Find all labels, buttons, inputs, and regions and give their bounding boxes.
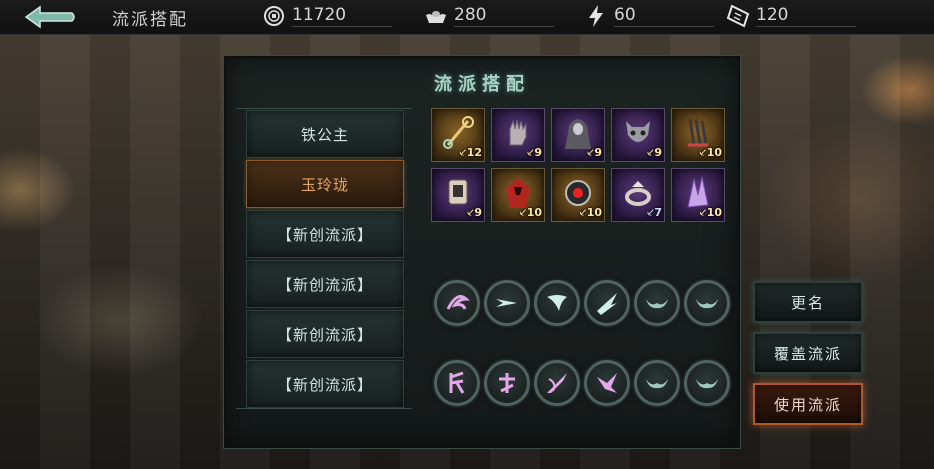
school-label: 【新创流派】 xyxy=(276,225,373,244)
list-divider-bottom xyxy=(236,408,412,409)
swirl-skill-icon xyxy=(446,295,470,310)
silver-counter: 280 xyxy=(424,2,554,30)
rename-label: 更名 xyxy=(790,293,825,312)
school-slot-1[interactable]: 铁公主 xyxy=(246,110,404,158)
equip-slot-1[interactable]: ⸔12 xyxy=(431,108,485,162)
list-divider-top xyxy=(236,108,412,109)
skill-slot-1-3[interactable] xyxy=(534,280,580,326)
bird-skill-icon xyxy=(597,373,617,393)
silver-ingot-icon xyxy=(424,4,448,28)
use-school-button[interactable]: 使用流派 xyxy=(753,383,863,425)
cross-rune-skill-icon xyxy=(499,373,515,393)
wing-strike-skill-icon xyxy=(597,293,617,315)
horn-empty-skill-icon xyxy=(646,379,668,389)
ticket-icon xyxy=(726,4,750,28)
item-level: ⸔10 xyxy=(518,206,542,219)
equip-slot-6[interactable]: ⸔9 xyxy=(431,168,485,222)
ticket-value: 120 xyxy=(756,5,856,27)
ticket-counter: 120 xyxy=(726,2,856,30)
coin-value: 11720 xyxy=(292,5,392,27)
school-label: 【新创流派】 xyxy=(276,375,373,394)
school-slot-5[interactable]: 【新创流派】 xyxy=(246,310,404,358)
overwrite-school-button[interactable]: 覆盖流派 xyxy=(753,332,863,374)
item-level: ⸔7 xyxy=(646,206,662,219)
horn-empty-skill-icon xyxy=(696,379,718,389)
page-title: 流派搭配 xyxy=(112,10,188,30)
item-level: ⸔9 xyxy=(586,146,602,159)
item-level: ⸔9 xyxy=(526,146,542,159)
equip-slot-8[interactable]: ⸔10 xyxy=(551,168,605,222)
coin-counter: 11720 xyxy=(262,2,392,30)
item-level: ⸔10 xyxy=(698,146,722,159)
skill-slot-2-5[interactable] xyxy=(634,360,680,406)
school-slot-6[interactable]: 【新创流派】 xyxy=(246,360,404,408)
skill-slot-1-5[interactable] xyxy=(634,280,680,326)
silver-value: 280 xyxy=(454,5,554,27)
school-label: 玉玲珑 xyxy=(300,175,349,194)
item-level: ⸔10 xyxy=(578,206,602,219)
overwrite-label: 覆盖流派 xyxy=(773,344,842,363)
equip-slot-9[interactable]: ⸔7 xyxy=(611,168,665,222)
skill-slot-2-1[interactable] xyxy=(434,360,480,406)
use-label: 使用流派 xyxy=(773,395,842,414)
equip-slot-4[interactable]: ⸔9 xyxy=(611,108,665,162)
skill-slot-1-1[interactable] xyxy=(434,280,480,326)
skill-slot-2-2[interactable] xyxy=(484,360,530,406)
skill-slot-2-6[interactable] xyxy=(684,360,730,406)
skill-slot-1-6[interactable] xyxy=(684,280,730,326)
rename-button[interactable]: 更名 xyxy=(753,281,863,323)
skill-slot-2-4[interactable] xyxy=(584,360,630,406)
top-bar: 流派搭配 11720 280 60 120 xyxy=(0,0,934,35)
coin-icon xyxy=(262,4,286,28)
dash-skill-icon xyxy=(496,299,517,307)
back-arrow-icon xyxy=(24,5,75,29)
school-label: 【新创流派】 xyxy=(276,275,373,294)
equip-slot-5[interactable]: ⸔10 xyxy=(671,108,725,162)
skill-slot-1-4[interactable] xyxy=(584,280,630,326)
school-label: 铁公主 xyxy=(300,125,349,144)
energy-value: 60 xyxy=(614,5,714,27)
equip-slot-3[interactable]: ⸔9 xyxy=(551,108,605,162)
feather-skill-icon xyxy=(547,295,567,311)
equip-slot-7[interactable]: ⸔10 xyxy=(491,168,545,222)
lightning-icon xyxy=(584,4,608,28)
equip-slot-2[interactable]: ⸔9 xyxy=(491,108,545,162)
school-slot-3[interactable]: 【新创流派】 xyxy=(246,210,404,258)
item-level: ⸔10 xyxy=(698,206,722,219)
horn-empty-skill-icon xyxy=(696,299,718,309)
item-level: ⸔12 xyxy=(458,146,482,159)
school-slot-2-selected[interactable]: 玉玲珑 xyxy=(246,160,404,208)
equip-slot-10[interactable]: ⸔10 xyxy=(671,168,725,222)
item-level: ⸔9 xyxy=(646,146,662,159)
panel-title: 流派搭配 xyxy=(434,74,530,95)
back-button[interactable] xyxy=(22,4,78,30)
energy-counter: 60 xyxy=(584,2,714,30)
school-loadout-panel: 流派搭配 铁公主 玉玲珑 【新创流派】 【新创流派】 【新创流派】 【新创流派】… xyxy=(224,56,740,448)
rune-skill-icon xyxy=(449,371,465,394)
school-label: 【新创流派】 xyxy=(276,325,373,344)
school-slot-4[interactable]: 【新创流派】 xyxy=(246,260,404,308)
blade-skill-icon xyxy=(547,373,567,393)
skill-slot-2-3[interactable] xyxy=(534,360,580,406)
horn-empty-skill-icon xyxy=(646,299,668,309)
item-level: ⸔9 xyxy=(466,206,482,219)
skill-slot-1-2[interactable] xyxy=(484,280,530,326)
